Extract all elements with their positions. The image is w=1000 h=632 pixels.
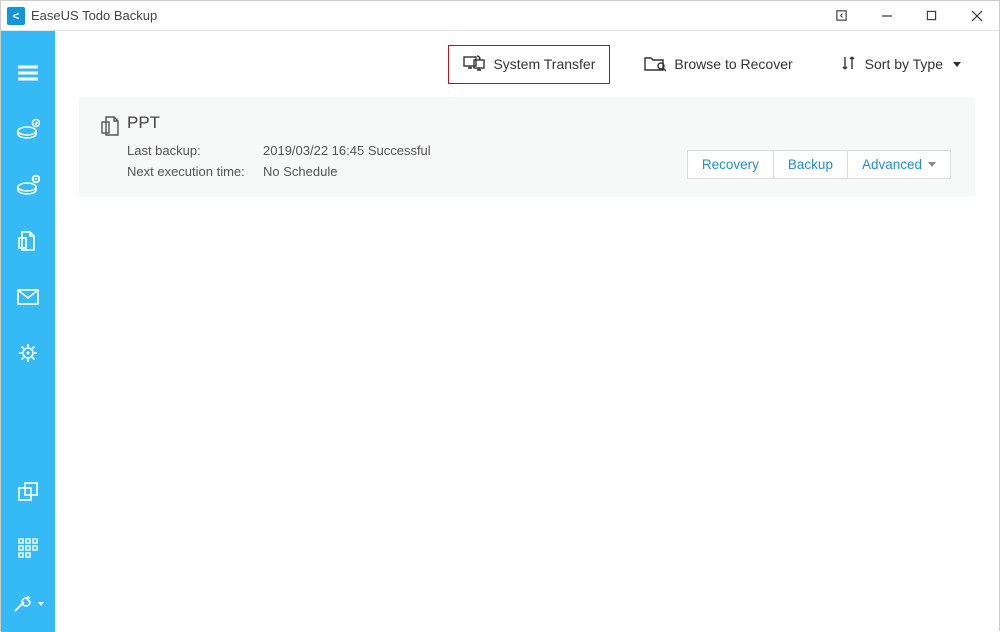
caret-down-icon [928, 162, 936, 167]
clone-icon[interactable] [1, 464, 55, 520]
disk-backup-icon[interactable] [1, 101, 55, 157]
top-toolbar: System Transfer Browse to Recover Sor [55, 31, 999, 97]
task-row-last-backup: Last backup: 2019/03/22 16:45 Successful [127, 143, 687, 158]
sort-button[interactable]: Sort by Type [827, 47, 975, 82]
system-backup-icon[interactable] [1, 157, 55, 213]
titlebar: < EaseUS Todo Backup [1, 1, 999, 31]
file-icon [101, 113, 127, 179]
caret-down-icon [953, 62, 961, 67]
advanced-button[interactable]: Advanced [848, 150, 951, 179]
task-title: PPT [127, 113, 687, 133]
last-backup-label: Last backup: [127, 143, 263, 158]
browse-recover-label: Browse to Recover [674, 56, 792, 72]
menu-icon[interactable] [1, 45, 55, 101]
settings-wrench-icon[interactable] [1, 576, 55, 632]
window-close-button[interactable] [954, 1, 999, 30]
folder-search-icon [644, 54, 666, 75]
tools-grid-icon[interactable] [1, 520, 55, 576]
sidebar [1, 31, 55, 632]
file-backup-icon[interactable] [1, 213, 55, 269]
next-exec-value: No Schedule [263, 164, 337, 179]
content-area: System Transfer Browse to Recover Sor [55, 31, 999, 632]
window-extra-button[interactable] [819, 1, 864, 30]
task-actions: Recovery Backup Advanced [687, 113, 951, 179]
smart-backup-icon[interactable] [1, 325, 55, 381]
sort-label: Sort by Type [865, 56, 943, 72]
app-title: EaseUS Todo Backup [31, 8, 157, 23]
task-row-next-exec: Next execution time: No Schedule [127, 164, 687, 179]
system-transfer-icon [463, 54, 485, 75]
next-exec-label: Next execution time: [127, 164, 263, 179]
recovery-button[interactable]: Recovery [687, 150, 774, 179]
chevron-down-icon [38, 602, 44, 606]
last-backup-value: 2019/03/22 16:45 Successful [263, 143, 431, 158]
advanced-label: Advanced [862, 157, 922, 172]
system-transfer-label: System Transfer [493, 56, 595, 72]
mail-backup-icon[interactable] [1, 269, 55, 325]
window-maximize-button[interactable] [909, 1, 954, 30]
backup-task-card: PPT Last backup: 2019/03/22 16:45 Succes… [79, 97, 975, 197]
backup-button[interactable]: Backup [774, 150, 848, 179]
browse-recover-button[interactable]: Browse to Recover [630, 46, 806, 83]
system-transfer-button[interactable]: System Transfer [448, 45, 610, 84]
sort-icon [841, 55, 857, 74]
window-minimize-button[interactable] [864, 1, 909, 30]
app-logo-icon: < [7, 7, 25, 25]
